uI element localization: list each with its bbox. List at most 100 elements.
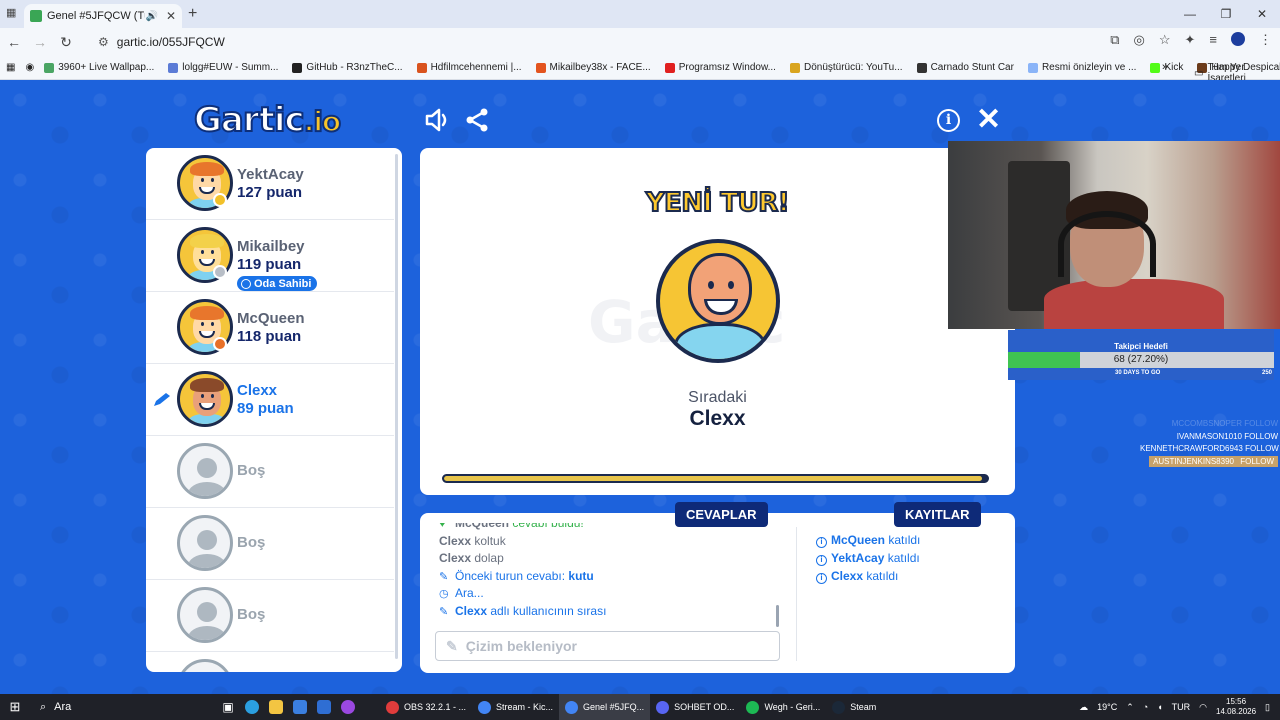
minimize-button[interactable]: — <box>1172 0 1208 28</box>
player-status-dot <box>213 193 227 207</box>
follow-alert: MCCOMBSNOPER FOLLOW <box>1140 418 1278 431</box>
chat-panel: CEVAPLAR KAYITLAR ♥ McQueen cevabı buldu!… <box>420 502 1015 673</box>
pencil-icon: ✎ <box>446 637 458 654</box>
tab-list-icon[interactable]: ▦ <box>6 6 16 19</box>
empty-slot-row[interactable]: Boş <box>146 580 394 652</box>
site-info-icon[interactable]: ⚙ <box>98 35 109 49</box>
drawing-pencil-icon <box>154 393 170 406</box>
menu-icon[interactable]: ⋮ <box>1259 32 1272 48</box>
empty-slot-avatar-icon <box>177 659 233 672</box>
browser-tab-active[interactable]: Genel #5JFQCW (Türkçe) - 🔊 ✕ <box>24 4 182 28</box>
answer-input[interactable]: ✎ Çizim bekleniyor <box>435 631 780 661</box>
answers-scrollbar[interactable] <box>776 605 779 627</box>
notifications-icon[interactable]: ▯ <box>1265 702 1270 713</box>
tracking-icon[interactable]: ◎ <box>1134 32 1145 48</box>
taskbar-app[interactable]: Genel #5JFQ... <box>559 694 651 720</box>
profile-avatar[interactable] <box>1231 32 1245 46</box>
edge-icon[interactable] <box>240 694 264 720</box>
weather-icon[interactable]: ☁ <box>1079 702 1088 713</box>
new-tab-button[interactable]: + <box>188 5 197 23</box>
bookmark-item[interactable]: lolgg#EUW - Summ... <box>168 62 278 73</box>
players-panel: YektAcay 127 puan Mikailbey 119 puan Oda Sah… <box>146 148 402 672</box>
wifi-icon[interactable]: ◠ <box>1199 702 1207 713</box>
answer-line: Clexx dolap <box>439 550 779 568</box>
store-icon[interactable] <box>288 694 312 720</box>
goal-title: Takipci Hedefi <box>1114 342 1168 351</box>
bookmark-item[interactable]: 3960+ Live Wallpap... <box>44 62 154 73</box>
restore-button[interactable]: ❐ <box>1208 0 1244 28</box>
bookmark-star-icon[interactable]: ☆ <box>1159 32 1171 48</box>
bookmark-item[interactable]: Dönüştürücü: YouTu... <box>789 62 903 73</box>
cast-icon[interactable]: ⧉ <box>1110 32 1119 48</box>
mail-icon[interactable] <box>312 694 336 720</box>
taskbar-search-label: Ara <box>54 701 72 713</box>
url-input[interactable]: ⚙ gartic.io/055JFQCW <box>90 31 1090 53</box>
bookmark-item[interactable]: Resmi önizleyin ve ... <box>1027 62 1136 73</box>
bookmarks-overflow-button[interactable]: » <box>1162 61 1168 73</box>
windows-start-icon[interactable]: ⊞ <box>0 699 30 715</box>
answers-list: ♥ McQueen cevabı buldu! Clexx koltuk Clexx … <box>439 523 779 631</box>
log-line: i YektAcay katıldı <box>816 549 920 567</box>
info-button[interactable]: i <box>937 109 960 132</box>
taskbar-app-icon <box>656 700 670 714</box>
close-window-button[interactable]: ✕ <box>1244 0 1280 28</box>
taskbar-app-label: Genel #5JFQ... <box>583 702 645 712</box>
app-purple-icon[interactable] <box>336 694 360 720</box>
ghost-head <box>197 530 217 550</box>
player-avatar <box>177 371 233 427</box>
tab-audio-icon[interactable]: 🔊 <box>145 11 157 22</box>
empty-slot-row[interactable]: Boş <box>146 508 394 580</box>
players-scrollbar[interactable] <box>395 154 398 659</box>
empty-slot-avatar-icon <box>177 587 233 643</box>
back-button[interactable]: ← <box>2 34 26 50</box>
player-score: 89 puan <box>237 400 294 417</box>
exit-room-button[interactable]: ✕ <box>976 105 1001 135</box>
sound-icon[interactable] <box>424 107 450 133</box>
language-indicator[interactable]: TUR <box>1172 702 1191 712</box>
share-icon[interactable] <box>465 107 489 133</box>
bookmark-item[interactable]: Mikailbey38x - FACE... <box>535 62 651 73</box>
tab-logs[interactable]: KAYITLAR <box>894 502 981 527</box>
taskbar-app[interactable]: OBS 32.2.1 - ... <box>380 694 472 720</box>
avatar-hair <box>190 306 224 320</box>
taskbar-app[interactable]: Steam <box>826 694 882 720</box>
bookmark-chrome-icon[interactable]: ◉ <box>25 62 34 73</box>
player-row: YektAcay 127 puan <box>146 148 394 220</box>
media-icon[interactable]: ≡ <box>1209 32 1217 48</box>
volume-icon[interactable]: ◖ <box>1157 702 1162 712</box>
bookmark-item[interactable]: GitHub - R3nzTheC... <box>292 62 403 73</box>
player-name: McQueen <box>237 310 305 327</box>
pencil-icon: ✎ <box>439 570 449 583</box>
taskbar-clock[interactable]: 15:56 14.08.2026 <box>1216 697 1256 717</box>
answer-line: ✎ Önceki turun cevabı: kutu <box>439 568 779 586</box>
player-row: Clexx 89 puan <box>146 364 394 436</box>
room-owner-label: Oda Sahibi <box>254 277 312 290</box>
taskbar-search[interactable]: ⌕ Ara <box>30 694 216 720</box>
taskbar-app-label: Steam <box>850 702 877 712</box>
network-icon[interactable]: ◔ <box>1143 702 1148 712</box>
tab-close-icon[interactable]: ✕ <box>166 9 176 23</box>
extensions-icon[interactable]: ✦ <box>1185 32 1196 48</box>
taskbar-app[interactable]: Stream - Kic... <box>472 694 559 720</box>
player-score: 118 puan <box>237 328 302 345</box>
goal-progress-bar: 68 (27.20%) <box>1008 352 1274 368</box>
taskbar-app[interactable]: Wegh - Geri... <box>740 694 826 720</box>
folder-icon: ▭ <box>1194 67 1204 79</box>
bookmark-item[interactable]: Hdfilmcehennemi |... <box>416 62 522 73</box>
taskbar-app-icon <box>746 700 760 714</box>
taskbar-app[interactable]: SOHBET OD... <box>650 694 740 720</box>
bookmark-item[interactable]: Programsız Window... <box>664 62 776 73</box>
forward-button[interactable]: → <box>28 34 52 50</box>
bookmark-list: 3960+ Live Wallpap... lolgg#EUW - Summ...… <box>44 62 1280 73</box>
next-turn-label: Sıradaki <box>688 389 747 406</box>
empty-slot-row[interactable]: Boş <box>146 436 394 508</box>
reload-button[interactable]: ↻ <box>54 34 78 51</box>
file-explorer-icon[interactable] <box>264 694 288 720</box>
answer-placeholder: Çizim bekleniyor <box>465 638 577 654</box>
taskbar-app-label: Wegh - Geri... <box>764 702 821 712</box>
apps-icon[interactable]: ▦ <box>6 62 15 73</box>
answer-line: ✎ Clexx adlı kullanıcının sırası <box>439 603 779 621</box>
task-view-icon[interactable]: ▣ <box>216 694 240 720</box>
tray-overflow-icon[interactable]: ⌃ <box>1126 702 1134 713</box>
bookmark-item[interactable]: Carnado Stunt Car <box>916 62 1014 73</box>
